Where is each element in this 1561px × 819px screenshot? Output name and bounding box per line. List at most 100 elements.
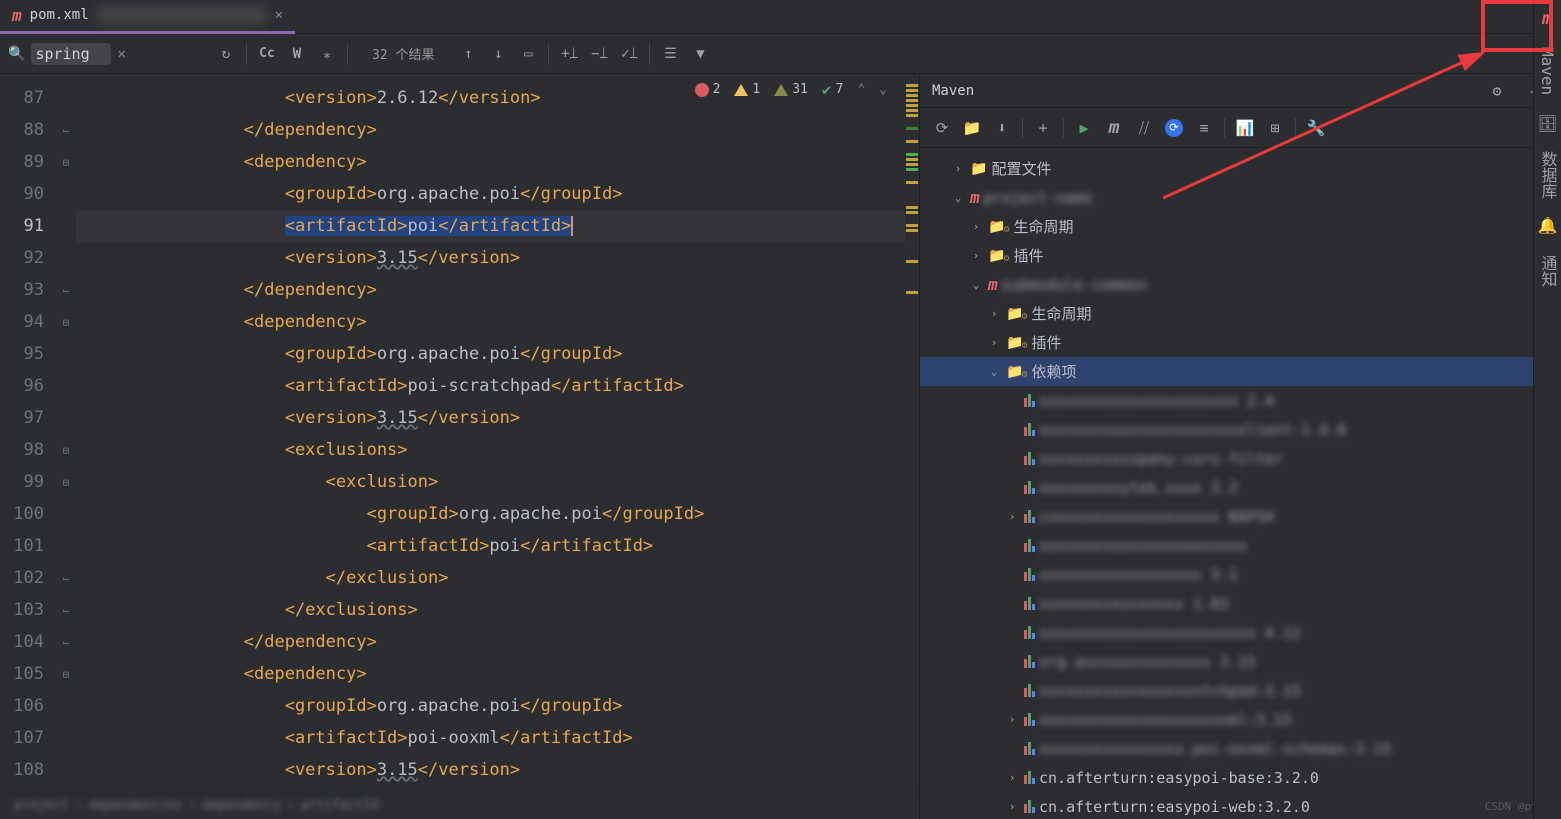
maven-tree-item[interactable]: xxxxxxxxxxxxxxxxxxxxxxx: [920, 531, 1561, 560]
reimport-icon[interactable]: ⟳: [928, 114, 956, 142]
maven-tree-item[interactable]: xxxxxxxxxxxxxxxxxx 3.1: [920, 560, 1561, 589]
maven-tree-item[interactable]: ›📁 配置文件: [920, 154, 1561, 183]
code-line[interactable]: <dependency>: [76, 146, 905, 178]
tab-filename: pom.xml: [30, 7, 89, 23]
select-all-occurrences-icon[interactable]: ✓⟘: [615, 40, 643, 68]
chevron-up-icon[interactable]: ⌃: [857, 82, 865, 97]
maven-tree-item[interactable]: › cn.afterturn:easypoi-base:3.2.0: [920, 763, 1561, 792]
code-line[interactable]: <artifactId>poi</artifactId>: [76, 210, 905, 242]
maven-tree-item[interactable]: ›📁⚙ 插件: [920, 241, 1561, 270]
maven-tree-item[interactable]: ›📁⚙ 生命周期: [920, 299, 1561, 328]
reload-icon[interactable]: ⟳: [1160, 114, 1188, 142]
warning-low-indicator[interactable]: 31: [774, 82, 808, 97]
run-icon[interactable]: ▶: [1070, 114, 1098, 142]
analyze-dependencies-icon[interactable]: 📊: [1231, 114, 1259, 142]
match-case-toggle[interactable]: Cc: [253, 40, 281, 68]
error-indicator[interactable]: 2: [695, 82, 721, 97]
code-line[interactable]: <dependency>: [76, 306, 905, 338]
code-line[interactable]: <exclusions>: [76, 434, 905, 466]
maven-tree-item[interactable]: xxxxxxxxxxxxxxxxxxxxxxxlient:1.4.0: [920, 415, 1561, 444]
code-editor[interactable]: <version>2.6.12</version> </dependency> …: [76, 74, 905, 791]
regex-toggle[interactable]: ⁎: [313, 40, 341, 68]
database-sidebar-icon[interactable]: 🗄: [1538, 113, 1557, 133]
code-line[interactable]: </dependency>: [76, 274, 905, 306]
code-line[interactable]: <version>3.15</version>: [76, 754, 905, 786]
search-input[interactable]: [31, 43, 111, 65]
maven-tree-item[interactable]: ›📁⚙ 生命周期: [920, 212, 1561, 241]
maven-tree-item[interactable]: ›📁⚙ 插件: [920, 328, 1561, 357]
code-line[interactable]: </exclusion>: [76, 562, 905, 594]
maven-module-icon: m: [988, 275, 998, 294]
inspections-widget[interactable]: 2 1 31 ✔7 ⌃ ⌄: [695, 80, 887, 99]
ok-indicator[interactable]: ✔7: [822, 80, 843, 99]
search-icon: 🔍: [8, 46, 25, 62]
file-tab-pom[interactable]: m pom.xml ✕: [0, 0, 295, 34]
maven-tree-item[interactable]: xxxxxxxxxytek.xxxx 3.2: [920, 473, 1561, 502]
next-match-icon[interactable]: ↓: [484, 40, 512, 68]
code-line[interactable]: <artifactId>poi-scratchpad</artifactId>: [76, 370, 905, 402]
download-sources-icon[interactable]: ⬇: [988, 114, 1016, 142]
code-line[interactable]: <groupId>org.apache.poi</groupId>: [76, 178, 905, 210]
filter-icon[interactable]: ▼: [686, 40, 714, 68]
maven-tree-item[interactable]: ⌄m submodule-common: [920, 270, 1561, 299]
show-diagram-icon[interactable]: ⊞: [1261, 114, 1289, 142]
toggle-skip-tests-icon[interactable]: ⧸⧸: [1130, 114, 1158, 142]
clear-search-icon[interactable]: ✕: [117, 46, 125, 62]
code-line[interactable]: <groupId>org.apache.poi</groupId>: [76, 690, 905, 722]
code-line[interactable]: <exclusion>: [76, 466, 905, 498]
remove-selection-icon[interactable]: −⟘: [585, 40, 613, 68]
code-line[interactable]: <groupId>org.apache.poi</groupId>: [76, 338, 905, 370]
error-stripe[interactable]: [905, 74, 919, 791]
code-line[interactable]: <version>3.15</version>: [76, 402, 905, 434]
gear-icon[interactable]: ⚙: [1483, 77, 1511, 105]
editor-toolbar: 🔍 ✕ ↻ Cc W ⁎ 32 个结果 ↑ ↓ ▭ +⟘ −⟘ ✓⟘ ☰ ▼: [0, 34, 1561, 74]
warning-high-indicator[interactable]: 1: [734, 82, 760, 97]
close-icon[interactable]: ✕: [275, 7, 283, 23]
code-line[interactable]: </exclusions>: [76, 594, 905, 626]
code-line[interactable]: <artifactId>poi</artifactId>: [76, 530, 905, 562]
fold-gutter[interactable]: ⌙⊟⌙⊟⊟⊟⌙⌙⌙⊟: [56, 74, 76, 791]
chevron-down-icon[interactable]: ⌄: [879, 82, 887, 97]
code-line[interactable]: <artifactId>poi-ooxml</artifactId>: [76, 722, 905, 754]
generate-sources-icon[interactable]: 📁: [958, 114, 986, 142]
maven-tree-item[interactable]: xxxxxxxxxxxxxxxxxxxxxx 2.4: [920, 386, 1561, 415]
search-results-count: 32 个结果: [372, 44, 434, 63]
code-line[interactable]: <dependency>: [76, 658, 905, 690]
maven-tree-item[interactable]: xxxxxxxxxxxxxxxx.poi-ooxml-schemas:3.15: [920, 734, 1561, 763]
notifications-sidebar-icon[interactable]: 🔔: [1538, 217, 1557, 237]
maven-tree-item[interactable]: xxxxxxxxxxxxxxxx 1.83: [920, 589, 1561, 618]
filter-list-icon[interactable]: ☰: [656, 40, 684, 68]
show-effective-pom-icon[interactable]: ≡: [1190, 114, 1218, 142]
refresh-search-icon[interactable]: ↻: [212, 40, 240, 68]
maven-tree-item[interactable]: xxxxxxxxxxxpany:cors-filter: [920, 444, 1561, 473]
whole-word-toggle[interactable]: W: [283, 40, 311, 68]
execute-goal-icon[interactable]: m: [1100, 114, 1128, 142]
dependency-icon: [1024, 771, 1035, 784]
maven-tree-item[interactable]: ⌄📁⚙ 依赖项: [920, 357, 1561, 386]
maven-tree-item[interactable]: org.axxxxxxxxxxxxxx 3.15: [920, 647, 1561, 676]
maven-tree-item[interactable]: ⌄m project-name: [920, 183, 1561, 212]
select-all-icon[interactable]: ▭: [514, 40, 542, 68]
maven-tree-item[interactable]: › cn.afterturn:easypoi-web:3.2.0: [920, 792, 1561, 819]
maven-tree-item[interactable]: xxxxxxxxxxxxxxxxxxtchpad:3.15: [920, 676, 1561, 705]
database-sidebar-label[interactable]: 数据库: [1536, 151, 1560, 199]
line-number-gutter[interactable]: 8788899091929394959697989910010110210310…: [0, 74, 56, 791]
add-project-icon[interactable]: +: [1029, 114, 1057, 142]
breadcrumb-bar[interactable]: project › dependencies › dependency › ar…: [0, 791, 919, 819]
maven-tree-item[interactable]: › xxxxxxxxxxxxxxxxxxxxxml:3.15: [920, 705, 1561, 734]
dependency-icon: [1024, 742, 1035, 755]
maven-tree-item[interactable]: xxxxxxxxxxxxxxxxxxxxxxxx 4.12: [920, 618, 1561, 647]
code-line[interactable]: </dependency>: [76, 626, 905, 658]
notifications-sidebar-label[interactable]: 通知: [1536, 255, 1560, 287]
dependency-icon: [1024, 568, 1035, 581]
prev-match-icon[interactable]: ↑: [454, 40, 482, 68]
maven-tree[interactable]: ›📁 配置文件⌄m project-name›📁⚙ 生命周期›📁⚙ 插件⌄m s…: [920, 148, 1561, 819]
code-line[interactable]: <version>3.15</version>: [76, 242, 905, 274]
code-line[interactable]: </dependency>: [76, 114, 905, 146]
add-selection-icon[interactable]: +⟘: [555, 40, 583, 68]
maven-sidebar-label[interactable]: Maven: [1538, 47, 1557, 95]
maven-sidebar-icon[interactable]: m: [1542, 8, 1553, 29]
maven-tree-item[interactable]: › cnxxxxxxxxxxxxxxxxxx NAPSH: [920, 502, 1561, 531]
code-line[interactable]: <groupId>org.apache.poi</groupId>: [76, 498, 905, 530]
settings-icon[interactable]: 🔧: [1302, 114, 1330, 142]
